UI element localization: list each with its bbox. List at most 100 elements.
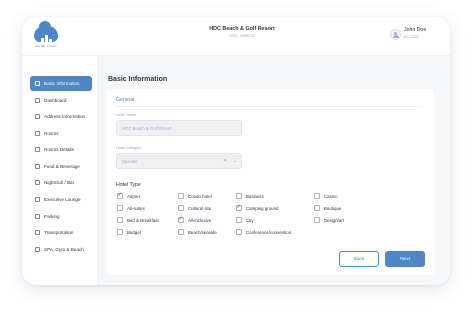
option-label: Beach/seaside [188,229,217,235]
sidebar-item-dashboard[interactable]: Dashboard [30,93,92,108]
hotel-type-option-beach-seaside[interactable]: Beach/seaside [178,229,217,235]
checkbox[interactable] [236,193,242,199]
sidebar-item-nightclub-bar[interactable]: Nightclub / Bar [30,175,92,190]
hotel-type-option-business[interactable]: Business [236,193,264,199]
bus-icon [35,230,40,235]
sidebar-item-label: Transportation [44,230,74,235]
parking-icon [35,214,40,219]
option-label: City [246,217,254,223]
next-button[interactable]: Next [385,251,425,267]
section-title-general: General [116,97,135,103]
hotel-subtitle: HDC · MNR123 [229,34,255,38]
section-divider [116,106,423,107]
sidebar-item-transportation[interactable]: Transportation [30,225,92,240]
sidebar-item-label: Executive Lounge [44,197,81,202]
option-label: Business [246,193,264,199]
hotel-type-option-airport[interactable]: ✓ Airport [117,191,140,199]
sidebar-item-label: Basic Information [44,81,80,86]
sidebar-item-food-beverage[interactable]: Food & Beverage [30,159,92,174]
checkbox[interactable]: ✓ [178,215,184,223]
hotel-name-input[interactable]: HDC Beach & Golf Resort [116,120,242,136]
sidebar-item-rooms[interactable]: Rooms [30,126,92,141]
user-name: John Doe [404,27,427,33]
page-title: Basic Information [108,76,168,83]
back-button[interactable]: Back [339,251,379,267]
hotel-type-option-all-suites[interactable]: All-suites [117,205,145,211]
form-card: General Hotel Name HDC Beach & Golf Reso… [107,89,434,275]
checkbox[interactable] [178,229,184,235]
hotel-logo: HOTEL LOGO [34,21,58,48]
hotel-type-option-budget[interactable]: Budget [117,229,141,235]
hotel-category-value: Upscale [122,159,138,164]
sidebar-item-rooms-details[interactable]: Rooms Details [30,142,92,157]
hotel-type-option-design-art[interactable]: Design/art [314,217,344,223]
hotel-type-option-bed-breakfast[interactable]: Bed & Breakfast [117,217,159,223]
sidebar-item-label: Dashboard [44,98,67,103]
sidebar-item-executive-lounge[interactable]: Executive Lounge [30,192,92,207]
dashboard-icon [35,98,40,103]
hotel-type-option-boutique[interactable]: Boutique [314,205,341,211]
sidebar-item-label: Food & Beverage [44,164,80,169]
sidebar-item-label: Rooms Details [44,147,74,152]
option-label: Bed & Breakfast [127,217,159,223]
option-label: Airport [127,193,140,199]
sidebar-item-label: Address Information [44,114,86,119]
option-label: All-inclusive [188,217,212,223]
checkbox[interactable] [117,229,123,235]
sidebar-item-label: Nightclub / Bar [44,180,75,185]
checkbox[interactable]: ✓ [236,203,242,211]
checkbox[interactable] [117,205,123,211]
checkbox[interactable] [314,205,320,211]
hotel-type-option-casino[interactable]: Casino [314,193,338,199]
top-bar: HOTEL LOGO HDC Beach & Golf Resort HDC ·… [22,17,450,56]
option-label: All-suites [127,205,145,211]
checkbox[interactable] [314,193,320,199]
checkbox[interactable] [236,229,242,235]
sidebar-item-address-information[interactable]: Address Information [30,109,92,124]
hotel-name-title: HDC Beach & Golf Resort [209,26,275,32]
checkbox[interactable] [314,217,320,223]
hotel-type-option-city[interactable]: City [236,217,254,223]
checkbox[interactable] [178,193,184,199]
main-content: Basic Information General Hotel Name HDC… [98,56,450,285]
clear-icon[interactable]: ✕ [223,158,227,164]
option-label: Conference/convention [246,229,292,235]
checkbox[interactable] [178,205,184,211]
hotel-type-label: Hotel Type [116,182,141,188]
checkmark-icon: ✓ [117,191,123,198]
sidebar-item-label: Parking [44,214,60,219]
user-role: ID 12345 [404,35,419,39]
logo-caption: HOTEL LOGO [35,44,57,48]
sofa-icon [35,197,40,202]
checkbox[interactable]: ✓ [117,191,123,199]
sidebar-item-spa-gym-beach[interactable]: SPA, Gym & Beach [30,242,92,257]
bed-icon [35,131,40,136]
checkmark-icon: ✓ [178,215,184,222]
hotel-type-option-camping-ground[interactable]: ✓ Camping ground [236,203,279,211]
grid-icon [35,81,40,86]
hotel-type-option-all-inclusive[interactable]: ✓ All-inclusive [178,215,212,223]
sidebar-item-label: Rooms [44,131,59,136]
checkmark-icon: ✓ [236,203,242,210]
checkbox[interactable] [236,217,242,223]
hotel-type-option-conference-convention[interactable]: Conference/convention [236,229,291,235]
sidebar-item-parking[interactable]: Parking [30,209,92,224]
sidebar: Basic Information Dashboard Address Info… [22,56,98,285]
door-icon [35,147,40,152]
hotel-category-select[interactable]: Upscale ✕ ⌄ [116,153,242,169]
hotel-type-option-cultural-site[interactable]: Cultural site [178,205,211,211]
option-label: Camping ground [246,205,279,211]
app-window: HOTEL LOGO HDC Beach & Golf Resort HDC ·… [22,17,450,285]
spa-icon [35,247,40,252]
chevron-down-icon[interactable]: ⌄ [233,158,237,164]
option-label: Condo hotel [188,193,212,199]
sidebar-item-label: SPA, Gym & Beach [44,247,84,252]
option-label: Budget [127,229,141,235]
option-label: Cultural site [188,205,212,211]
hotel-name-label: Hotel Name [116,113,137,117]
hotel-type-option-condo-hotel[interactable]: Condo hotel [178,193,212,199]
utensils-icon [35,164,40,169]
option-label: Casino [324,193,338,199]
sidebar-item-basic-information[interactable]: Basic Information [30,76,92,91]
checkbox[interactable] [117,217,123,223]
